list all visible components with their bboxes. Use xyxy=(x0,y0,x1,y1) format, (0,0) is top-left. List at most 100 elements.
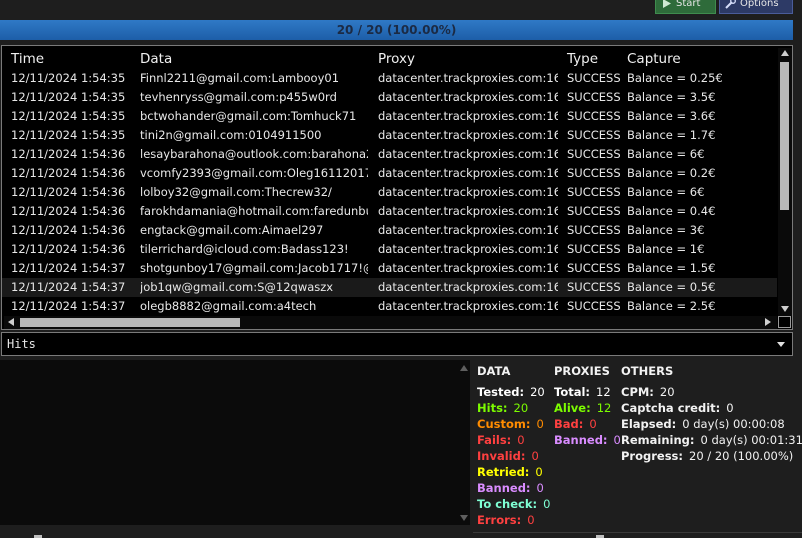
cell-proxy: datacenter.trackproxies.com:1611 xyxy=(378,166,558,180)
cell-type: SUCCESS xyxy=(567,204,621,218)
stat-label: CPM: xyxy=(621,385,654,399)
log-scroll-down-arrow-icon[interactable] xyxy=(460,515,468,521)
stat-label: Errors: xyxy=(477,513,522,527)
cell-capture: Balance = 1.7€ xyxy=(627,128,716,142)
data-stat: Fails: 0 xyxy=(477,433,525,447)
stat-label: Total: xyxy=(554,385,591,399)
horizontal-scrollbar[interactable] xyxy=(4,316,777,329)
cell-data: tini2n@gmail.com:0104911500 xyxy=(140,128,322,142)
cell-data: vcomfy2393@gmail.com:Oleg16112017 xyxy=(140,166,368,180)
start-button[interactable]: Start xyxy=(655,0,716,14)
horizontal-scroll-thumb[interactable] xyxy=(20,318,240,327)
stat-label: Retried: xyxy=(477,465,530,479)
table-row[interactable]: 12/11/2024 1:54:36 PM tilerrichard@icloud… xyxy=(2,240,777,259)
cell-type: SUCCESS xyxy=(567,147,621,161)
scroll-right-arrow-icon[interactable] xyxy=(765,318,771,326)
data-heading: DATA xyxy=(477,364,511,378)
cell-type: SUCCESS xyxy=(567,299,621,313)
stat-value: 0 xyxy=(589,417,597,431)
cell-time: 12/11/2024 1:54:36 PM xyxy=(11,223,128,237)
progress-bar: 20 / 20 (100.00%) xyxy=(0,20,793,40)
scroll-down-arrow-icon[interactable] xyxy=(781,306,789,312)
table-row[interactable]: 12/11/2024 1:54:36 PM farokhdamania@hotma… xyxy=(2,202,777,221)
stat-value: 0 xyxy=(531,449,539,463)
stat-value: 20 / 20 (100.00%) xyxy=(689,449,794,463)
cell-data: tilerrichard@icloud.com:Badass123! xyxy=(140,242,349,256)
column-header-capture[interactable]: Capture xyxy=(627,51,681,67)
vertical-scrollbar[interactable] xyxy=(778,48,792,316)
others-stat: CPM: 20 xyxy=(621,385,675,399)
cell-capture: Balance = 0.5€ xyxy=(627,280,716,294)
cell-proxy: datacenter.trackproxies.com:1633 xyxy=(378,185,558,199)
column-header-time[interactable]: Time xyxy=(11,51,44,67)
cell-data: job1qw@gmail.com:S@12qwaszx xyxy=(140,280,334,294)
scroll-left-arrow-icon[interactable] xyxy=(8,318,14,326)
cell-type: SUCCESS xyxy=(567,280,621,294)
cell-capture: Balance = 3€ xyxy=(627,223,705,237)
table-row[interactable]: 12/11/2024 1:54:36 PM vcomfy2393@gmail.co… xyxy=(2,164,777,183)
data-stat: Retried: 0 xyxy=(477,465,543,479)
stat-label: Banned: xyxy=(477,481,531,495)
data-stat: Banned: 0 xyxy=(477,481,544,495)
stat-label: Custom: xyxy=(477,417,531,431)
cell-time: 12/11/2024 1:54:37 PM xyxy=(11,261,128,275)
table-row[interactable]: 12/11/2024 1:54:37 PM shotgunboy17@gmail.… xyxy=(2,259,777,278)
play-icon xyxy=(663,0,671,8)
proxies-stat: Total: 12 xyxy=(554,385,611,399)
table-row[interactable]: 12/11/2024 1:54:36 PM lesaybarahona@outlo… xyxy=(2,145,777,164)
cell-proxy: datacenter.trackproxies.com:1631 xyxy=(378,261,558,275)
stat-label: Banned: xyxy=(554,433,608,447)
stat-value: 0 xyxy=(536,481,544,495)
cell-proxy: datacenter.trackproxies.com:1631 xyxy=(378,223,558,237)
column-header-proxy[interactable]: Proxy xyxy=(378,51,415,67)
data-stat: To check: 0 xyxy=(477,497,550,511)
table-row[interactable]: 12/11/2024 1:54:37 PM job1qw@gmail.com:S@… xyxy=(2,278,777,297)
data-stat: Custom: 0 xyxy=(477,417,544,431)
cell-data: olegb8882@gmail.com:a4tech xyxy=(140,299,317,313)
results-grid[interactable]: Time Data Proxy Type Capture 12/11/2024 … xyxy=(1,45,793,330)
log-scroll-up-arrow-icon[interactable] xyxy=(460,365,468,371)
stat-value: 20 xyxy=(530,385,545,399)
data-stat: Hits: 20 xyxy=(477,401,528,415)
table-row[interactable]: 12/11/2024 1:54:37 PM olegb8882@gmail.com… xyxy=(2,297,777,316)
chevron-down-icon[interactable] xyxy=(777,342,785,347)
stat-label: Progress: xyxy=(621,449,683,463)
cell-time: 12/11/2024 1:54:35 PM xyxy=(11,90,128,104)
stat-value: 0 xyxy=(536,417,544,431)
cell-proxy: datacenter.trackproxies.com:1638 xyxy=(378,90,558,104)
table-row[interactable]: 12/11/2024 1:54:35 PM tini2n@gmail.com:01… xyxy=(2,126,777,145)
column-header-data[interactable]: Data xyxy=(140,51,172,67)
table-row[interactable]: 12/11/2024 1:54:36 PM engtack@gmail.com:A… xyxy=(2,221,777,240)
scroll-up-arrow-icon[interactable] xyxy=(781,50,789,56)
start-button-label: Start xyxy=(676,0,701,9)
hits-filter-value: Hits xyxy=(7,337,36,351)
cell-proxy: datacenter.trackproxies.com:1610 xyxy=(378,109,558,123)
options-button[interactable]: Options xyxy=(719,0,793,14)
cell-capture: Balance = 0.4€ xyxy=(627,204,716,218)
table-row[interactable]: 12/11/2024 1:54:35 PM bctwohander@gmail.c… xyxy=(2,107,777,126)
table-row[interactable]: 12/11/2024 1:54:35 PM tevhenryss@gmail.co… xyxy=(2,88,777,107)
vertical-scroll-thumb[interactable] xyxy=(780,62,789,210)
proxies-heading: PROXIES xyxy=(554,364,610,378)
cell-proxy: datacenter.trackproxies.com:1636 xyxy=(378,299,558,313)
cell-capture: Balance = 1.5€ xyxy=(627,261,716,275)
log-panel[interactable] xyxy=(0,360,470,525)
proxies-stat: Bad: 0 xyxy=(554,417,597,431)
cell-time: 12/11/2024 1:54:35 PM xyxy=(11,109,128,123)
cell-type: SUCCESS xyxy=(567,261,621,275)
cell-data: Finnl2211@gmail.com:Lambooy01 xyxy=(140,71,340,85)
stat-value: 12 xyxy=(596,385,611,399)
stat-label: Invalid: xyxy=(477,449,526,463)
table-row[interactable]: 12/11/2024 1:54:36 PM lolboy32@gmail.com:… xyxy=(2,183,777,202)
cell-data: lolboy32@gmail.com:Thecrew32/ xyxy=(140,185,332,199)
table-row[interactable]: 12/11/2024 1:54:35 PM Finnl2211@gmail.com… xyxy=(2,69,777,88)
toolbar: Start Options xyxy=(0,0,802,20)
cell-time: 12/11/2024 1:54:36 PM xyxy=(11,242,128,256)
stat-label: Hits: xyxy=(477,401,508,415)
cell-capture: Balance = 3.6€ xyxy=(627,109,716,123)
cell-type: SUCCESS xyxy=(567,109,621,123)
stat-label: Elapsed: xyxy=(621,417,677,431)
cell-capture: Balance = 3.5€ xyxy=(627,90,716,104)
hits-filter-dropdown[interactable]: Hits xyxy=(1,332,793,356)
column-header-type[interactable]: Type xyxy=(567,51,598,67)
